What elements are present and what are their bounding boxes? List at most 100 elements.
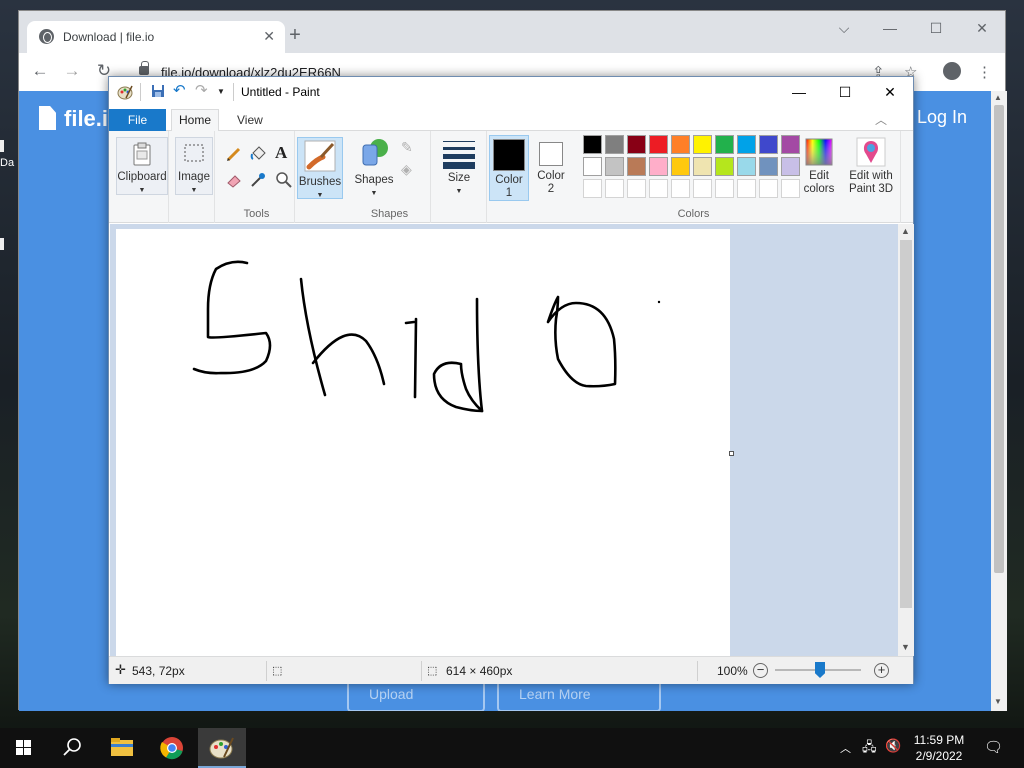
customize-toolbar-icon[interactable]: ▼ (217, 87, 225, 96)
minimize-button[interactable]: — (867, 15, 913, 41)
palette-swatch-empty[interactable] (627, 179, 646, 198)
palette-swatch[interactable] (649, 135, 668, 154)
shapes-button[interactable]: Shapes ▼ (351, 137, 397, 197)
size-button[interactable]: Size ▼ (439, 137, 479, 197)
palette-swatch[interactable] (649, 157, 668, 176)
color-picker-icon[interactable] (249, 171, 267, 192)
notifications-icon[interactable]: 🗨 (984, 738, 1003, 756)
palette-swatch-empty[interactable] (649, 179, 668, 198)
zoom-slider-thumb[interactable] (815, 662, 825, 678)
tab-home[interactable]: Home (171, 109, 219, 132)
paint-taskbar-button[interactable] (198, 728, 246, 768)
palette-swatch-empty[interactable] (693, 179, 712, 198)
palette-swatch-empty[interactable] (583, 179, 602, 198)
palette-swatch[interactable] (715, 157, 734, 176)
redo-icon[interactable]: ↷ (195, 81, 208, 99)
palette-swatch[interactable] (781, 135, 800, 154)
palette-swatch[interactable] (583, 157, 602, 176)
lock-icon[interactable] (139, 61, 149, 75)
color2-number: 2 (547, 183, 555, 195)
palette-swatch-empty[interactable] (671, 179, 690, 198)
scroll-up-icon[interactable]: ▲ (994, 93, 1002, 102)
color1-button[interactable]: Color 1 (489, 135, 529, 201)
palette-swatch[interactable] (693, 157, 712, 176)
palette-swatch-empty[interactable] (605, 179, 624, 198)
scroll-down-icon[interactable]: ▼ (994, 697, 1002, 706)
scroll-down-icon[interactable]: ▼ (901, 642, 910, 652)
volume-muted-icon[interactable]: 🔇 (885, 738, 901, 754)
palette-swatch[interactable] (671, 157, 690, 176)
resize-handle-right[interactable] (729, 451, 734, 456)
desktop-icon-label[interactable]: Da (0, 157, 14, 169)
selection-size-icon: ⬚ (272, 665, 283, 677)
file-explorer-button[interactable] (98, 728, 146, 768)
desktop-icon[interactable] (0, 238, 4, 250)
color2-button[interactable]: Color 2 (531, 135, 571, 201)
edit-with-paint3d-button[interactable]: Edit with Paint 3D (843, 137, 899, 197)
collapse-ribbon-icon[interactable]: ︿ (875, 111, 887, 128)
page-scrollbar[interactable]: ▲ ▼ (991, 91, 1007, 711)
palette-swatch-empty[interactable] (737, 179, 756, 198)
menu-icon[interactable]: ⋮ (977, 63, 992, 81)
eraser-icon[interactable] (225, 171, 243, 192)
tab-file[interactable]: File (109, 109, 166, 131)
image-button[interactable]: Image ▼ (175, 137, 213, 195)
palette-swatch[interactable] (737, 157, 756, 176)
text-tool-icon[interactable]: A (275, 143, 287, 163)
save-icon[interactable] (151, 84, 165, 101)
brushes-button[interactable]: Brushes ▼ (297, 137, 343, 199)
palette-swatch[interactable] (627, 135, 646, 154)
scrollbar-thumb[interactable] (900, 240, 912, 608)
maximize-button[interactable]: ☐ (822, 79, 868, 105)
back-icon[interactable]: ← (29, 61, 51, 81)
tab-search-button[interactable]: ⌵ (821, 15, 867, 41)
clipboard-button[interactable]: Clipboard ▼ (116, 137, 168, 195)
pencil-icon[interactable] (225, 145, 243, 166)
palette-swatch[interactable] (759, 157, 778, 176)
minimize-button[interactable]: — (776, 79, 822, 105)
outline-icon[interactable]: ✎ (401, 139, 413, 156)
palette-swatch[interactable] (693, 135, 712, 154)
palette-swatch-empty[interactable] (759, 179, 778, 198)
login-link[interactable]: Log In (917, 107, 967, 128)
palette-swatch[interactable] (737, 135, 756, 154)
scrollbar-thumb[interactable] (994, 105, 1004, 573)
zoom-in-button[interactable]: + (874, 663, 889, 678)
fill-shape-icon[interactable]: ◈ (401, 161, 412, 178)
zoom-out-button[interactable]: − (753, 663, 768, 678)
clock[interactable]: 11:59 PM 2/9/2022 (906, 732, 972, 764)
profile-icon[interactable] (943, 62, 961, 80)
start-button[interactable] (0, 728, 48, 768)
close-button[interactable]: ✕ (959, 15, 1005, 41)
scroll-up-icon[interactable]: ▲ (901, 226, 910, 236)
tab-view[interactable]: View (237, 109, 263, 131)
tab-close-icon[interactable]: ✕ (263, 28, 275, 45)
palette-swatch[interactable] (715, 135, 734, 154)
desktop-icon[interactable] (0, 140, 4, 152)
undo-icon[interactable]: ↶ (173, 81, 186, 99)
close-button[interactable]: ✕ (867, 79, 913, 105)
browser-tab[interactable]: Download | file.io ✕ (27, 21, 285, 53)
network-icon[interactable]: 🖧 (862, 738, 877, 760)
edit-colors-button[interactable]: Edit colors (799, 137, 839, 197)
palette-swatch[interactable] (605, 157, 624, 176)
palette-swatch-empty[interactable] (715, 179, 734, 198)
chrome-button[interactable] (148, 728, 196, 768)
palette-swatch[interactable] (627, 157, 646, 176)
paint-app-icon[interactable] (117, 84, 133, 103)
search-button[interactable] (48, 728, 96, 768)
drawing-canvas[interactable] (116, 229, 730, 656)
palette-swatch[interactable] (583, 135, 602, 154)
palette-swatch-empty[interactable] (781, 179, 800, 198)
fill-icon[interactable] (249, 145, 267, 166)
chevron-up-icon[interactable]: ︿ (840, 740, 851, 756)
palette-swatch[interactable] (605, 135, 624, 154)
palette-swatch[interactable] (671, 135, 690, 154)
palette-swatch[interactable] (759, 135, 778, 154)
canvas-scrollbar[interactable]: ▲ ▼ (898, 224, 914, 656)
forward-icon[interactable]: → (61, 61, 83, 81)
magnifier-icon[interactable] (275, 171, 293, 192)
maximize-button[interactable]: ☐ (913, 15, 959, 41)
palette-swatch[interactable] (781, 157, 800, 176)
new-tab-button[interactable]: + (281, 24, 309, 52)
